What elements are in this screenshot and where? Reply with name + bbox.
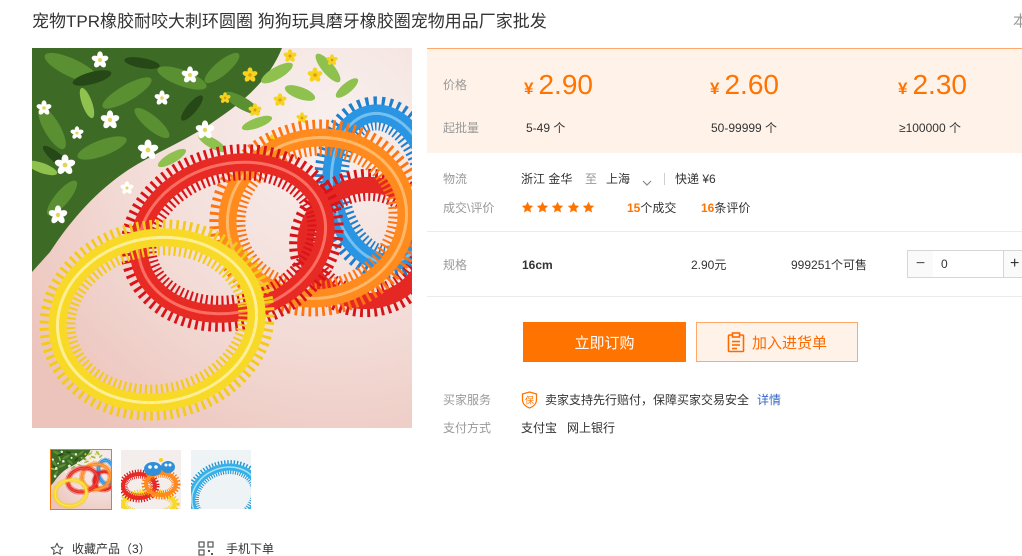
corner-text-wrapper: 本 [1013, 11, 1022, 33]
thumbnail-2-image [121, 450, 181, 509]
thumbnail-1[interactable] [50, 449, 112, 510]
tier-1-quantity: 5-49 个 [526, 121, 566, 135]
review-count-suffix: 条评价 [714, 201, 751, 215]
price-label: 价格 [443, 78, 468, 92]
quantity-input[interactable] [933, 250, 1004, 278]
favorite-label: 收藏产品（3） [72, 541, 151, 556]
service-details-link[interactable]: 详情 [757, 393, 781, 407]
payment-method-online-banking: 网上银行 [567, 421, 616, 435]
quantity-stepper: − + [907, 250, 1022, 278]
payment-method-alipay: 支付宝 [521, 421, 558, 435]
moq-label: 起批量 [443, 121, 480, 135]
buy-now-label: 立即订购 [574, 334, 635, 352]
currency-symbol: ¥ [710, 79, 720, 98]
tier-3-quantity: ≥100000 个 [899, 121, 961, 135]
shield-icon: 保 [521, 391, 538, 409]
rating-star-icon [582, 201, 595, 214]
mobile-order-button[interactable]: 手机下单 [198, 541, 274, 556]
spec-label: 规格 [443, 258, 468, 272]
review-count-link[interactable]: 16条评价 [701, 201, 750, 215]
increment-button[interactable]: + [1003, 250, 1022, 278]
chevron-down-icon[interactable] [642, 176, 652, 186]
qr-code-icon [198, 541, 214, 556]
deal-count-link[interactable]: 15个成交 [627, 201, 676, 215]
buy-now-button[interactable]: 立即订购 [523, 322, 686, 362]
star-outline-icon [50, 542, 64, 556]
decrement-button[interactable]: − [907, 250, 934, 278]
spec-name: 16cm [522, 258, 553, 272]
corner-text: 本 [1013, 13, 1022, 30]
shipping-method: 快递 ¥6 [675, 172, 716, 186]
currency-symbol: ¥ [524, 79, 534, 98]
service-label: 买家服务 [443, 393, 492, 407]
product-title: 宠物TPR橡胶耐咬大刺环圆圈 狗狗玩具磨牙橡胶圈宠物用品厂家批发 [32, 12, 547, 31]
section-divider [427, 231, 1022, 232]
section-divider [427, 296, 1022, 297]
shipping-divider [664, 173, 665, 185]
shipping-origin: 浙江 金华 [521, 172, 573, 186]
shipping-label: 物流 [443, 172, 468, 186]
price-tier-1: ¥2.90 [524, 68, 593, 102]
mobile-order-label: 手机下单 [226, 541, 275, 556]
rating-star-icon [521, 201, 534, 214]
thumbnail-1-image [51, 450, 111, 509]
deal-count: 15 [627, 201, 641, 215]
destination-select[interactable]: 上海 [606, 172, 630, 186]
shipping-connector: 至 [585, 172, 598, 186]
deals-label: 成交\评价 [443, 201, 495, 215]
thumbnail-3[interactable] [190, 449, 252, 510]
tier-price-value: 2.30 [912, 69, 967, 100]
deal-count-suffix: 个成交 [640, 201, 677, 215]
shipping-method-name: 快递 [675, 172, 700, 186]
rating-star-icon [551, 201, 564, 214]
favorite-button[interactable]: 收藏产品（3） [50, 541, 151, 556]
rating-star-icon [567, 201, 580, 214]
currency-symbol: ¥ [898, 79, 908, 98]
tier-price-value: 2.90 [538, 69, 593, 100]
tier-price-value: 2.60 [724, 69, 779, 100]
shipping-fee: ¥6 [702, 172, 716, 186]
main-product-image [32, 48, 412, 428]
main-product-photo [32, 48, 412, 428]
review-count: 16 [701, 201, 715, 215]
add-to-cart-button[interactable]: 加入进货单 [696, 322, 858, 362]
rating-star-icon [536, 201, 549, 214]
payment-label: 支付方式 [443, 421, 492, 435]
price-tier-3: ¥2.30 [898, 68, 967, 102]
spec-price: 2.90元 [691, 258, 727, 272]
rating-stars [521, 201, 595, 214]
clipboard-icon [727, 331, 745, 353]
thumbnail-2[interactable] [120, 449, 182, 510]
thumbnail-3-image [191, 450, 251, 509]
service-badge-text: 保 [525, 395, 534, 406]
add-to-cart-label: 加入进货单 [751, 334, 827, 352]
tier-2-quantity: 50-99999 个 [711, 121, 778, 135]
price-tier-2: ¥2.60 [710, 68, 779, 102]
service-text: 卖家支持先行赔付，保障买家交易安全 [545, 393, 750, 407]
spec-stock: 999251个可售 [791, 258, 868, 272]
